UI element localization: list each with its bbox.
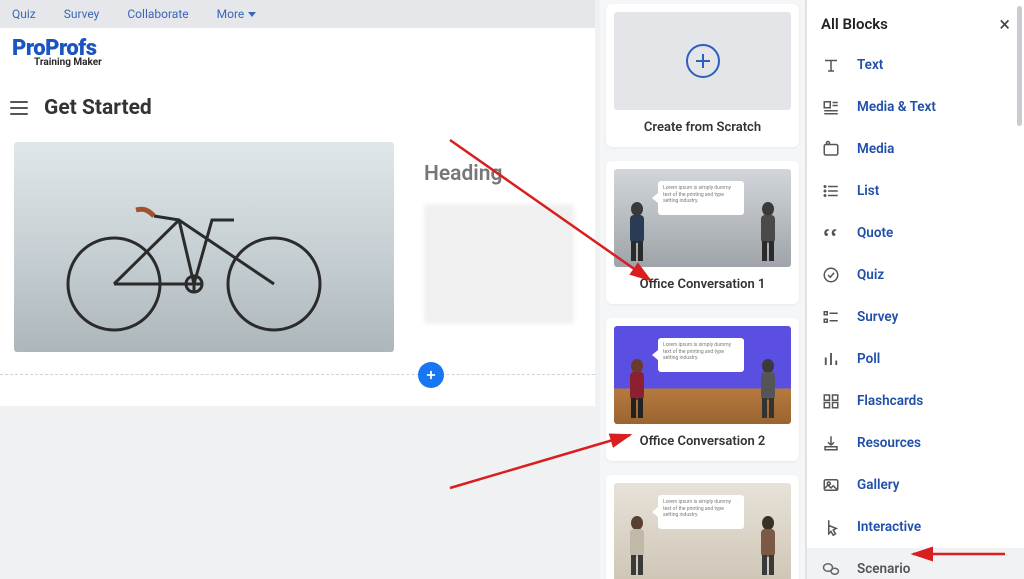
block-item-interactive[interactable]: Interactive: [807, 506, 1024, 548]
block-item-resources[interactable]: Resources: [807, 422, 1024, 464]
close-icon[interactable]: ×: [999, 14, 1010, 34]
plus-circle-icon: [686, 44, 720, 78]
person-icon: [755, 358, 781, 420]
block-item-label: Text: [857, 57, 883, 73]
block-item-text[interactable]: Text: [807, 44, 1024, 86]
block-list: Text Media & Text Media List Quote Quiz Survey…: [807, 44, 1024, 579]
template-label: Office Conversation 1: [614, 277, 791, 292]
nav-more[interactable]: More: [217, 7, 257, 21]
template-thumb-office1: Lorem ipsum is simply dummy text of the …: [614, 169, 791, 267]
block-item-label: Quiz: [857, 267, 884, 283]
template-card-office2[interactable]: Lorem ipsum is simply dummy text of the …: [606, 318, 799, 461]
person-icon: [755, 515, 781, 577]
block-item-quote[interactable]: Quote: [807, 212, 1024, 254]
image-block[interactable]: [14, 142, 394, 352]
block-item-flashcards[interactable]: Flashcards: [807, 380, 1024, 422]
scrollbar[interactable]: [1017, 6, 1022, 126]
speech-bubble: Lorem ipsum is simply dummy text of the …: [658, 181, 744, 215]
logo-subtext: Training Maker: [34, 58, 102, 68]
hamburger-icon[interactable]: [10, 101, 28, 115]
editor-canvas: Get Started Heading: [0, 78, 595, 406]
template-label: Create from Scratch: [614, 120, 791, 135]
template-thumb-office2: Lorem ipsum is simply dummy text of the …: [614, 326, 791, 424]
speech-bubble: Lorem ipsum is simply dummy text of the …: [658, 495, 744, 529]
template-label: Office Conversation 2: [614, 434, 791, 449]
block-item-label: Media: [857, 141, 894, 157]
poll-icon: [821, 349, 841, 369]
nav-more-label: More: [217, 7, 245, 21]
template-card-scratch[interactable]: Create from Scratch: [606, 4, 799, 147]
logo-bar: ProProfs Training Maker: [0, 28, 595, 78]
block-item-label: Scenario: [857, 561, 910, 577]
text-icon: [821, 55, 841, 75]
survey-icon: [821, 307, 841, 327]
list-icon: [821, 181, 841, 201]
speech-bubble: Lorem ipsum is simply dummy text of the …: [658, 338, 744, 372]
person-icon: [755, 201, 781, 263]
templates-column: Create from Scratch Lorem ipsum is simpl…: [600, 0, 806, 579]
scenario-icon: [821, 559, 841, 579]
nav-survey[interactable]: Survey: [64, 7, 100, 21]
block-item-label: Media & Text: [857, 99, 936, 115]
block-item-list[interactable]: List: [807, 170, 1024, 212]
quote-icon: [821, 223, 841, 243]
heading-placeholder[interactable]: Heading: [424, 162, 581, 186]
add-block-divider: [0, 374, 595, 406]
block-item-media[interactable]: Media: [807, 128, 1024, 170]
caret-down-icon: [248, 12, 256, 17]
quiz-icon: [821, 265, 841, 285]
template-thumb-scratch: [614, 12, 791, 110]
block-item-quiz[interactable]: Quiz: [807, 254, 1024, 296]
block-item-label: Survey: [857, 309, 898, 325]
template-thumb-bedroom: Lorem ipsum is simply dummy text of the …: [614, 483, 791, 579]
person-icon: [624, 358, 650, 420]
block-item-media-text[interactable]: Media & Text: [807, 86, 1024, 128]
block-item-label: List: [857, 183, 879, 199]
body-placeholder[interactable]: [424, 204, 574, 324]
add-block-button[interactable]: [418, 362, 444, 388]
block-item-label: Interactive: [857, 519, 921, 535]
block-item-label: Resources: [857, 435, 921, 451]
interactive-icon: [821, 517, 841, 537]
block-item-scenario[interactable]: Scenario: [807, 548, 1024, 579]
media-text-icon: [821, 97, 841, 117]
nav-quiz[interactable]: Quiz: [12, 7, 36, 21]
block-item-label: Gallery: [857, 477, 899, 493]
text-block[interactable]: Heading: [424, 142, 581, 352]
resources-icon: [821, 433, 841, 453]
block-item-label: Flashcards: [857, 393, 923, 409]
block-item-poll[interactable]: Poll: [807, 338, 1024, 380]
person-icon: [624, 515, 650, 577]
template-card-bedroom[interactable]: Lorem ipsum is simply dummy text of the …: [606, 475, 799, 579]
block-item-gallery[interactable]: Gallery: [807, 464, 1024, 506]
block-item-survey[interactable]: Survey: [807, 296, 1024, 338]
nav-collaborate[interactable]: Collaborate: [127, 7, 188, 21]
all-blocks-title: All Blocks: [821, 15, 888, 33]
content-row: Heading: [0, 142, 595, 352]
gallery-icon: [821, 475, 841, 495]
page-title[interactable]: Get Started: [44, 96, 152, 120]
media-icon: [821, 139, 841, 159]
template-card-office1[interactable]: Lorem ipsum is simply dummy text of the …: [606, 161, 799, 304]
block-item-label: Poll: [857, 351, 880, 367]
person-icon: [624, 201, 650, 263]
logo[interactable]: ProProfs Training Maker: [12, 38, 102, 68]
block-item-label: Quote: [857, 225, 893, 241]
bicycle-icon: [44, 174, 344, 334]
all-blocks-panel: All Blocks × Text Media & Text Media List Qu…: [806, 0, 1024, 579]
top-nav: Quiz Survey Collaborate More: [0, 0, 595, 28]
flashcards-icon: [821, 391, 841, 411]
